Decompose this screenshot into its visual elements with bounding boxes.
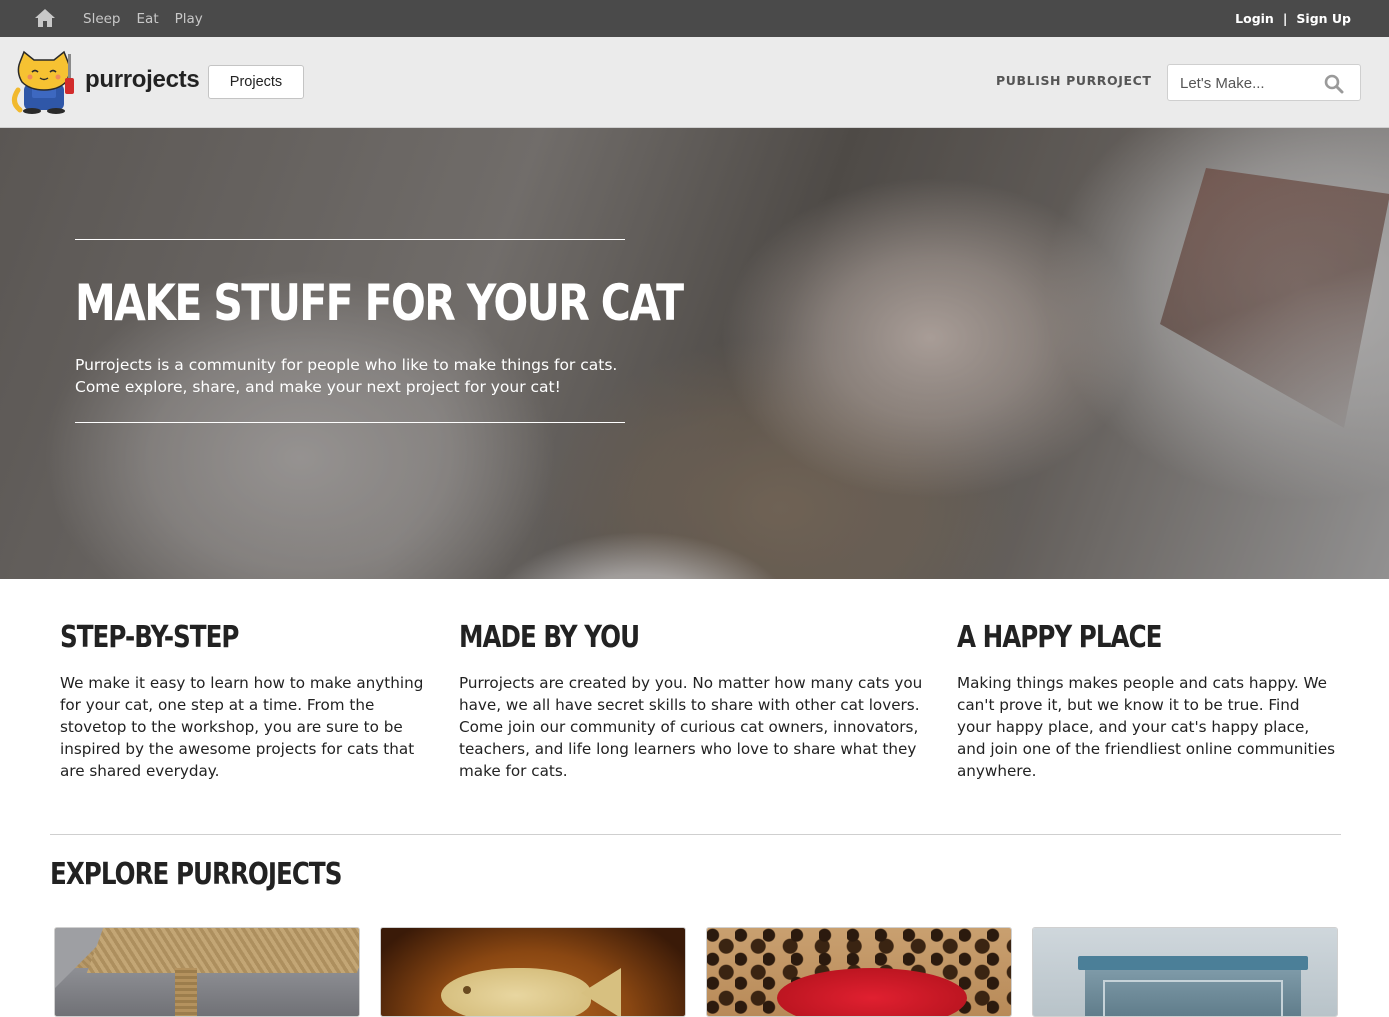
hero-description: Purrojects is a community for people who… [75,356,618,396]
feature-title: STEP-BY-STEP [60,620,239,655]
signup-link[interactable]: Sign Up [1296,11,1351,26]
hero-divider-bottom [75,422,625,423]
section-divider [50,834,1341,835]
nav-link-sleep[interactable]: Sleep [83,11,121,27]
auth-links: Login | Sign Up [1235,0,1351,37]
top-nav: Sleep Eat Play [83,0,203,37]
project-card[interactable] [1032,927,1338,1017]
feature-happy-place: A HAPPY PLACE Making things makes people… [957,620,1337,782]
auth-separator: | [1282,11,1288,26]
logo[interactable]: purrojects [10,50,200,114]
site-header: purrojects Projects PUBLISH PURROJECT [0,37,1389,128]
feature-text: Purrojects are created by you. No matter… [459,674,923,780]
project-card[interactable] [706,927,1012,1017]
feature-text: Making things makes people and cats happ… [957,674,1336,780]
feature-text: We make it easy to learn how to make any… [60,674,424,780]
login-link[interactable]: Login [1235,11,1274,26]
hero-divider-top [75,239,625,240]
search-box [1167,64,1361,101]
nav-link-play[interactable]: Play [175,11,203,27]
project-card-image [381,928,685,1016]
hero-title: MAKE STUFF FOR YOUR CAT [75,274,684,332]
projects-button[interactable]: Projects [208,65,304,99]
search-input[interactable] [1180,73,1320,93]
cat-mascot-icon [12,50,74,114]
logo-text: purrojects [85,66,200,93]
feature-made-by-you: MADE BY YOU Purrojects are created by yo… [459,620,929,782]
explore-title: EXPLORE PURROJECTS [50,857,342,892]
project-card-image [707,928,1011,1016]
home-icon[interactable] [34,8,56,28]
search-icon[interactable] [1324,74,1344,94]
publish-purroject-link[interactable]: PUBLISH PURROJECT [996,73,1152,88]
top-utility-bar: Sleep Eat Play Login | Sign Up [0,0,1389,37]
nav-link-eat[interactable]: Eat [137,11,159,27]
hero-banner: MAKE STUFF FOR YOUR CAT Purrojects is a … [0,128,1389,579]
feature-title: MADE BY YOU [459,620,640,655]
project-card-image [1033,928,1337,1016]
project-card[interactable] [54,927,360,1017]
feature-title: A HAPPY PLACE [957,620,1162,655]
project-card-image [55,928,359,1016]
project-card[interactable] [380,927,686,1017]
feature-step-by-step: STEP-BY-STEP We make it easy to learn ho… [60,620,430,782]
